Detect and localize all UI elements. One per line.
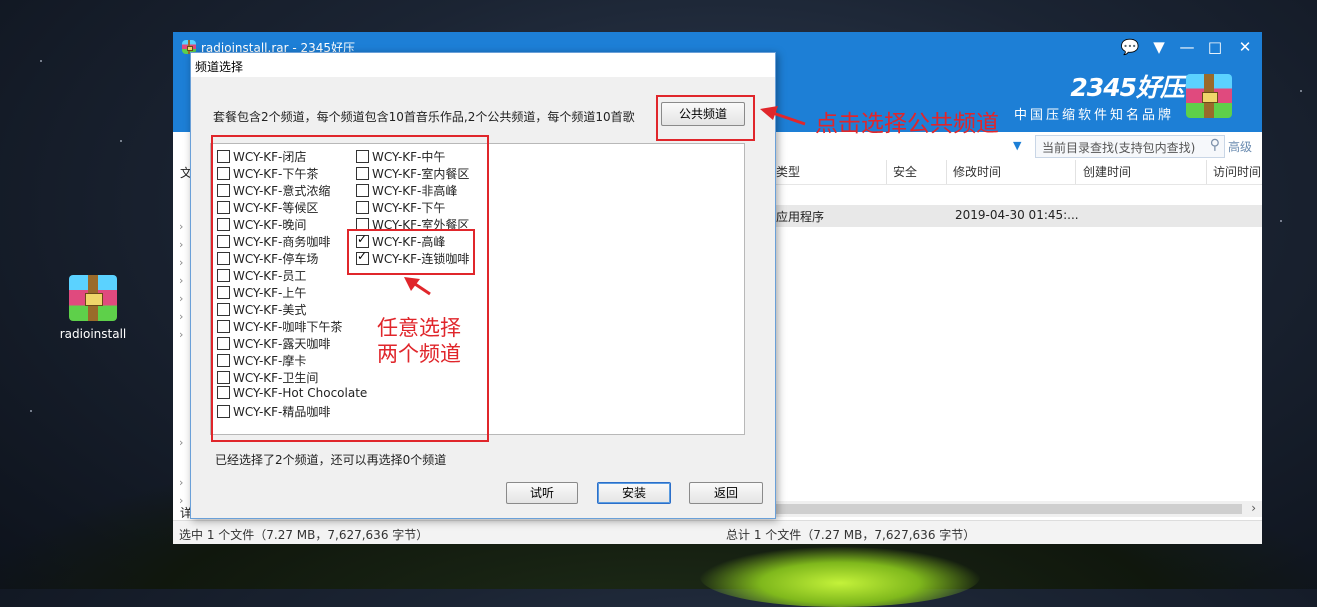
arrow-public-line (769, 110, 806, 126)
annotation-choose-line2: 两个频道 (377, 342, 461, 366)
annotation-public-hint: 点击选择公共频道 (815, 111, 999, 137)
annotation-arrows (404, 106, 806, 296)
arrow-public-head (760, 106, 778, 120)
